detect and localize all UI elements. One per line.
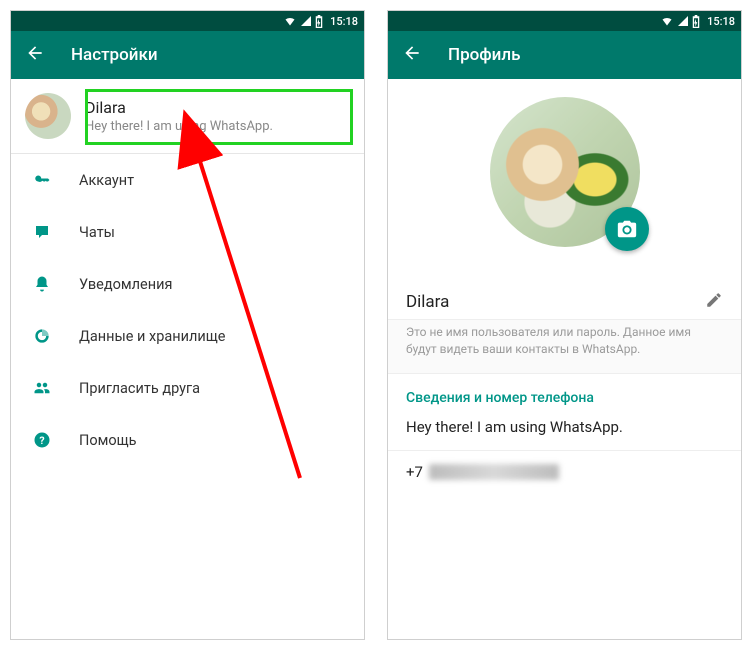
profile-name: Dilara [85,98,350,117]
battery-icon [692,15,700,28]
status-time: 15:18 [330,15,358,28]
settings-item-data[interactable]: Данные и хранилище [11,310,364,362]
back-icon[interactable] [402,43,422,67]
about-section-title: Сведения и номер телефона [388,374,741,414]
key-icon [31,171,53,189]
settings-screen: 15:18 Настройки Dilara Hey there! I am u… [10,10,365,640]
page-title: Профиль [448,45,520,65]
phone-row[interactable]: +7 [388,450,741,493]
phone-prefix: +7 [406,463,423,481]
profile-row[interactable]: Dilara Hey there! I am using WhatsApp. [11,79,364,153]
battery-icon [315,15,323,28]
profile-screen: 15:18 Профиль Dilara Это не имя пользова… [387,10,742,640]
camera-icon [616,218,638,240]
settings-item-notifications[interactable]: Уведомления [11,258,364,310]
settings-item-chats[interactable]: Чаты [11,206,364,258]
phone-number-blurred [429,464,559,480]
settings-item-label: Данные и хранилище [79,328,226,345]
profile-photo-section [388,79,741,275]
settings-item-help[interactable]: ? Помощь [11,414,364,466]
profile-status: Hey there! I am using WhatsApp. [85,119,350,134]
name-row[interactable]: Dilara [388,275,741,319]
edit-icon[interactable] [705,291,723,313]
settings-item-account[interactable]: Аккаунт [11,154,364,206]
help-icon: ? [31,431,53,449]
app-bar: Настройки [11,31,364,79]
bell-icon [31,275,53,293]
svg-text:?: ? [39,434,44,447]
cell-icon [300,15,312,27]
change-photo-button[interactable] [605,207,649,251]
settings-item-label: Уведомления [79,276,172,293]
status-bar: 15:18 [388,11,741,31]
settings-item-invite[interactable]: Пригласить друга [11,362,364,414]
wifi-icon [283,15,297,27]
data-icon [31,326,53,346]
settings-item-label: Помощь [79,432,137,449]
settings-item-label: Аккаунт [79,172,134,189]
back-icon[interactable] [25,43,45,67]
settings-item-label: Чаты [79,224,115,241]
about-text[interactable]: Hey there! I am using WhatsApp. [388,414,741,450]
settings-item-label: Пригласить друга [79,380,200,397]
app-bar: Профиль [388,31,741,79]
wifi-icon [660,15,674,27]
cell-icon [677,15,689,27]
avatar [25,93,71,139]
page-title: Настройки [71,45,158,65]
chat-icon [31,223,53,241]
display-name: Dilara [406,292,449,312]
invite-icon [31,379,53,397]
status-bar: 15:18 [11,11,364,31]
name-hint: Это не имя пользователя или пароль. Данн… [388,319,741,374]
status-time: 15:18 [707,15,735,28]
